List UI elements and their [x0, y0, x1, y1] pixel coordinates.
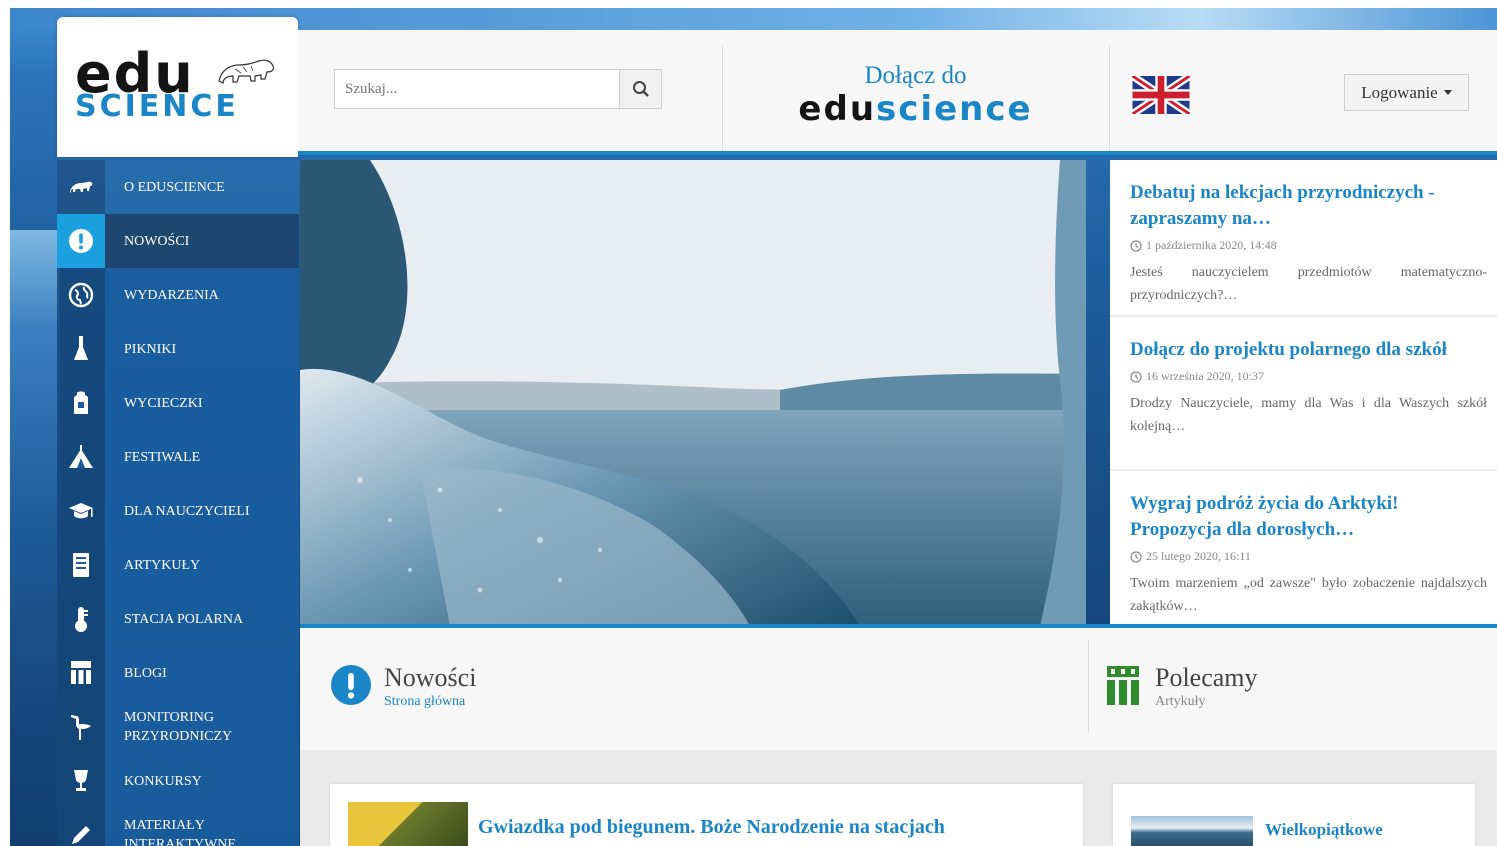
- water-background: [10, 230, 60, 730]
- news-list: Debatuj na lekcjach przyrodniczych - zap…: [1110, 160, 1497, 626]
- news-excerpt: Jesteś nauczycielem przedmiotów matematy…: [1130, 265, 1487, 303]
- news-date-text: 25 lutego 2020, 16:11: [1146, 549, 1251, 563]
- sidebar-item-dla-nauczycieli[interactable]: DLA NAUCZYCIELI: [57, 484, 299, 538]
- logo-science-text: SCIENCE: [75, 89, 239, 124]
- sidebar-item-monitoring-przyrodniczy[interactable]: MONITORING PRZYRODNICZY: [57, 700, 299, 754]
- sidebar: O EDUSCIENCE NOWOŚCI WYDARZENIA PIKNIKI …: [57, 160, 299, 846]
- sidebar-item-label: O EDUSCIENCE: [105, 160, 299, 214]
- sidebar-item-pikniki[interactable]: PIKNIKI: [57, 322, 299, 376]
- document-icon: [57, 538, 105, 592]
- sidebar-item-festiwale[interactable]: FESTIWALE: [57, 430, 299, 484]
- news-item[interactable]: Debatuj na lekcjach przyrodniczych - zap…: [1110, 160, 1497, 315]
- login-label: Logowanie: [1361, 82, 1438, 102]
- news-date: 1 października 2020, 14:48: [1130, 238, 1487, 253]
- sidebar-item-konkursy[interactable]: KONKURSY: [57, 754, 299, 808]
- hero-illustration: [300, 160, 1086, 626]
- join-label: Dołącz do: [864, 62, 967, 89]
- news-date: 16 września 2020, 10:37: [1130, 369, 1487, 384]
- exclamation-icon: [57, 214, 105, 268]
- news-excerpt: Drodzy Nauczyciele, mamy dla Was i dla W…: [1130, 396, 1487, 434]
- login-dropdown-button[interactable]: Logowanie: [1344, 74, 1469, 111]
- sidebar-item-label: DLA NAUCZYCIELI: [105, 484, 299, 538]
- news-date-text: 1 października 2020, 14:48: [1146, 238, 1277, 252]
- news-date-text: 16 września 2020, 10:37: [1146, 369, 1264, 383]
- header-divider: [722, 46, 723, 151]
- header: Dołącz do eduscience Logowanie: [298, 30, 1497, 155]
- sidebar-item-label: WYCIECZKI: [105, 376, 299, 430]
- sidebar-item-nowosci[interactable]: NOWOŚCI: [57, 214, 299, 268]
- article-title[interactable]: Gwiazdka pod biegunem. Boże Narodzenie n…: [478, 816, 945, 839]
- sidebar-item-label: PIKNIKI: [105, 322, 299, 376]
- sidebar-item-stacja-polarna[interactable]: STACJA POLARNA: [57, 592, 299, 646]
- section-header-bar: Nowości Strona główna Polecamy Artykuły: [300, 628, 1497, 750]
- people-icon: [1107, 666, 1139, 705]
- hero-image[interactable]: [300, 160, 1086, 626]
- caret-down-icon: [1443, 90, 1452, 95]
- search-input[interactable]: [335, 70, 619, 108]
- polar-bear-logo-icon: [218, 59, 275, 84]
- thermometer-icon: [57, 592, 105, 646]
- section-title: Nowości: [384, 663, 477, 692]
- join-logo-science: science: [876, 89, 1033, 129]
- sidebar-item-wycieczki[interactable]: WYCIECZKI: [57, 376, 299, 430]
- section-subtitle: Artykuły: [1155, 694, 1206, 709]
- exclamation-icon: [331, 665, 371, 705]
- join-logo-edu: edu: [798, 89, 877, 129]
- flask-icon: [57, 322, 105, 376]
- sidebar-item-label: STACJA POLARNA: [105, 592, 299, 646]
- article-card[interactable]: Wielkopiątkowe: [1113, 784, 1475, 846]
- sidebar-item-label: ARTYKUŁY: [105, 538, 299, 592]
- header-divider: [1109, 46, 1110, 151]
- news-item[interactable]: Dołącz do projektu polarnego dla szkół 1…: [1110, 317, 1497, 469]
- clock-icon: [1130, 550, 1142, 563]
- section-divider: [1088, 640, 1089, 732]
- logo[interactable]: edu SCIENCE: [57, 17, 298, 157]
- clock-icon: [1130, 239, 1142, 252]
- news-title[interactable]: Wygraj podróż życia do Arktyki! Propozyc…: [1130, 491, 1487, 543]
- sidebar-item-label: MONITORING PRZYRODNICZY: [105, 700, 299, 754]
- polar-bear-icon: [57, 160, 105, 214]
- graduation-cap-icon: [57, 484, 105, 538]
- trophy-icon: [57, 754, 105, 808]
- join-logo: eduscience: [763, 90, 1068, 128]
- sidebar-item-materialy-interaktywne[interactable]: MATERIAŁY INTERAKTYWNE: [57, 808, 299, 846]
- sidebar-item-wydarzenia[interactable]: WYDARZENIA: [57, 268, 299, 322]
- pencil-icon: [57, 808, 105, 846]
- sidebar-item-artykuly[interactable]: ARTYKUŁY: [57, 538, 299, 592]
- people-icon: [57, 646, 105, 700]
- article-thumbnail[interactable]: [1131, 816, 1253, 846]
- backpack-icon: [57, 376, 105, 430]
- search-button[interactable]: [619, 70, 661, 108]
- join-eduscience-link[interactable]: Dołącz do eduscience: [763, 62, 1068, 128]
- news-title[interactable]: Debatuj na lekcjach przyrodniczych - zap…: [1130, 180, 1487, 232]
- news-item[interactable]: Wygraj podróż życia do Arktyki! Propozyc…: [1110, 471, 1497, 626]
- article-card[interactable]: Gwiazdka pod biegunem. Boże Narodzenie n…: [330, 784, 1083, 846]
- breadcrumb-link[interactable]: Strona główna: [384, 692, 476, 712]
- section-polecamy: Polecamy Artykuły: [1105, 664, 1258, 712]
- article-thumbnail[interactable]: [348, 802, 468, 846]
- news-title[interactable]: Dołącz do projektu polarnego dla szkół: [1130, 337, 1487, 363]
- sidebar-item-label: NOWOŚCI: [105, 214, 299, 268]
- clock-icon: [1130, 370, 1142, 383]
- sidebar-item-o-eduscience[interactable]: O EDUSCIENCE: [57, 160, 299, 214]
- sidebar-item-label: WYDARZENIA: [105, 268, 299, 322]
- sidebar-item-label: BLOGI: [105, 646, 299, 700]
- tent-icon: [57, 430, 105, 484]
- sidebar-item-blogi[interactable]: BLOGI: [57, 646, 299, 700]
- sidebar-item-label: FESTIWALE: [105, 430, 299, 484]
- sidebar-item-label: MATERIAŁY INTERAKTYWNE: [105, 808, 299, 846]
- stork-icon: [57, 700, 105, 754]
- article-title[interactable]: Wielkopiątkowe: [1265, 820, 1383, 840]
- section-nowosci: Nowości Strona główna: [330, 664, 476, 712]
- section-title: Polecamy: [1155, 663, 1258, 692]
- news-excerpt: Twoim marzeniem „od zawsze" było zobacze…: [1130, 576, 1487, 614]
- globe-icon: [57, 268, 105, 322]
- uk-flag-icon[interactable]: [1132, 76, 1190, 114]
- articles-area: Gwiazdka pod biegunem. Boże Narodzenie n…: [300, 750, 1497, 846]
- search-icon: [632, 81, 649, 97]
- news-date: 25 lutego 2020, 16:11: [1130, 549, 1487, 564]
- search-box: [334, 69, 662, 109]
- sidebar-item-label: KONKURSY: [105, 754, 299, 808]
